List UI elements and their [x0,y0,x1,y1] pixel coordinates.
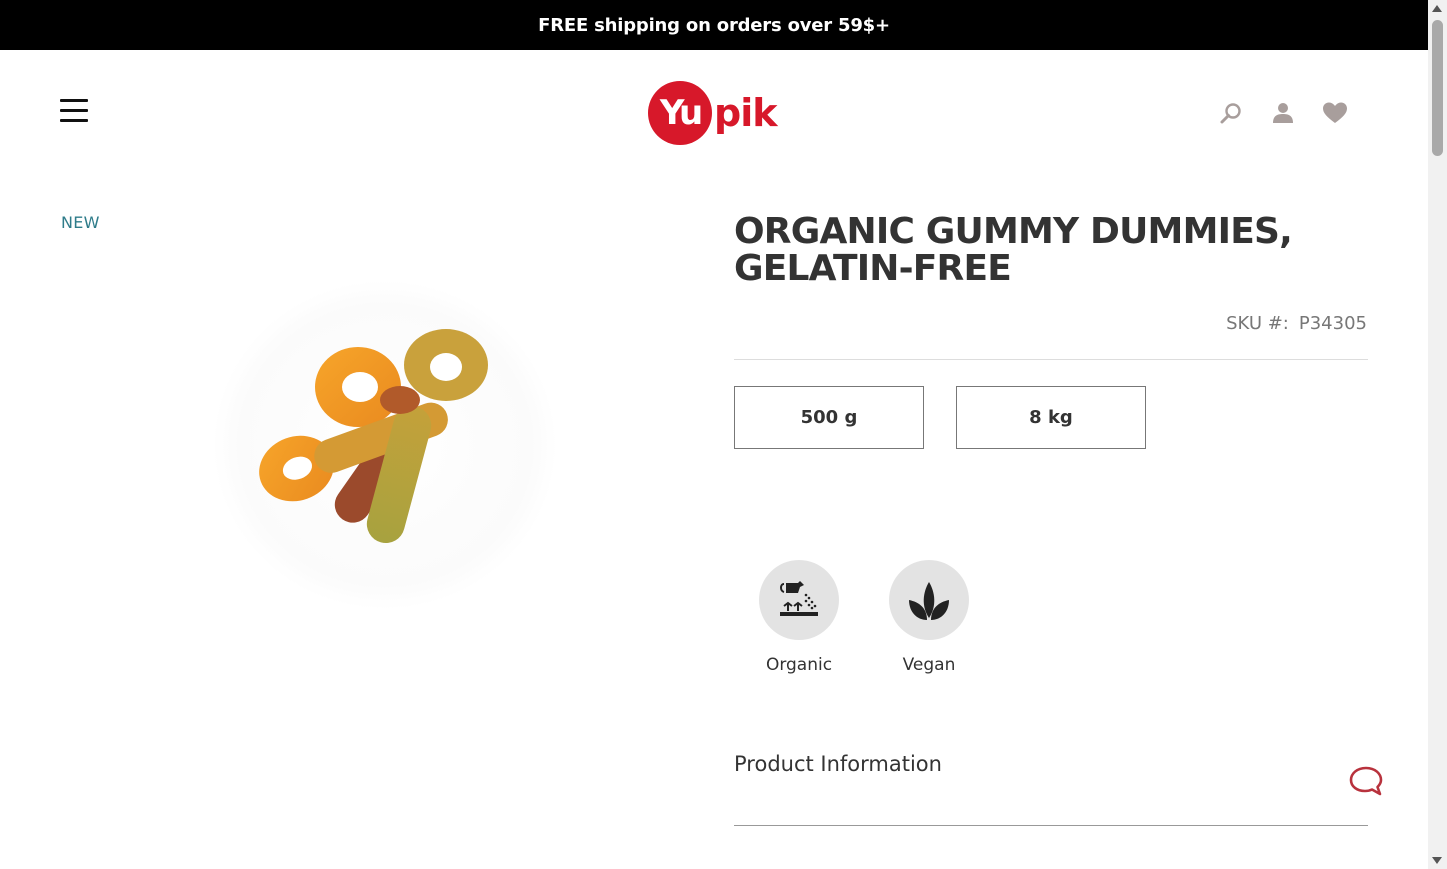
account-button[interactable] [1270,100,1296,126]
divider [734,359,1368,360]
logo-mark-text: Yu [659,93,703,133]
accordion-title: Product Information [734,752,942,776]
heart-icon [1323,102,1347,123]
promo-text: FREE shipping on orders over 59$+ [538,14,890,36]
logo-mark: Yu [648,81,712,145]
scroll-down-arrow-icon[interactable] [1432,857,1442,864]
yupik-logo[interactable]: Yu pik [648,80,783,146]
menu-icon-bar [60,109,88,112]
new-badge: NEW [61,213,100,232]
organic-badge [759,560,839,640]
account-icon [1273,103,1293,123]
scroll-thumb[interactable] [1432,20,1443,156]
menu-icon-bar [60,99,88,102]
leaves-icon [909,582,949,620]
gummy-pacifier-illustration [213,280,557,610]
product-image[interactable] [210,275,560,615]
attribute-label: Vegan [902,655,956,675]
sku: SKU #: P34305 [1226,313,1367,334]
search-button[interactable] [1218,100,1244,126]
size-option-8kg[interactable]: 8 kg [956,386,1146,449]
header-icons [1218,100,1348,126]
page-scrollbar[interactable] [1428,0,1447,869]
promo-bar: FREE shipping on orders over 59$+ [0,0,1428,50]
product-title: ORGANIC GUMMY DUMMIES, GELATIN-FREE [734,211,1293,289]
watering-can-icon [780,581,818,616]
logo-wordmark: pik [714,91,777,135]
attribute-vegan: Vegan [879,560,979,675]
site-header: Yu pik [0,50,1428,175]
menu-icon-bar [60,119,88,122]
vegan-badge [889,560,969,640]
menu-button[interactable] [60,99,90,125]
scroll-up-arrow-icon[interactable] [1432,5,1442,12]
chat-button[interactable] [1348,765,1384,799]
sku-value: P34305 [1298,313,1367,334]
attribute-label: Organic [765,655,833,675]
product-information-accordion[interactable]: Product Information [734,752,1368,826]
attribute-organic: Organic [749,560,849,675]
sku-label: SKU #: [1226,313,1289,334]
chat-bubble-icon [1349,766,1383,796]
wishlist-button[interactable] [1322,100,1348,126]
size-option-500g[interactable]: 500 g [734,386,924,449]
search-icon [1220,103,1241,124]
